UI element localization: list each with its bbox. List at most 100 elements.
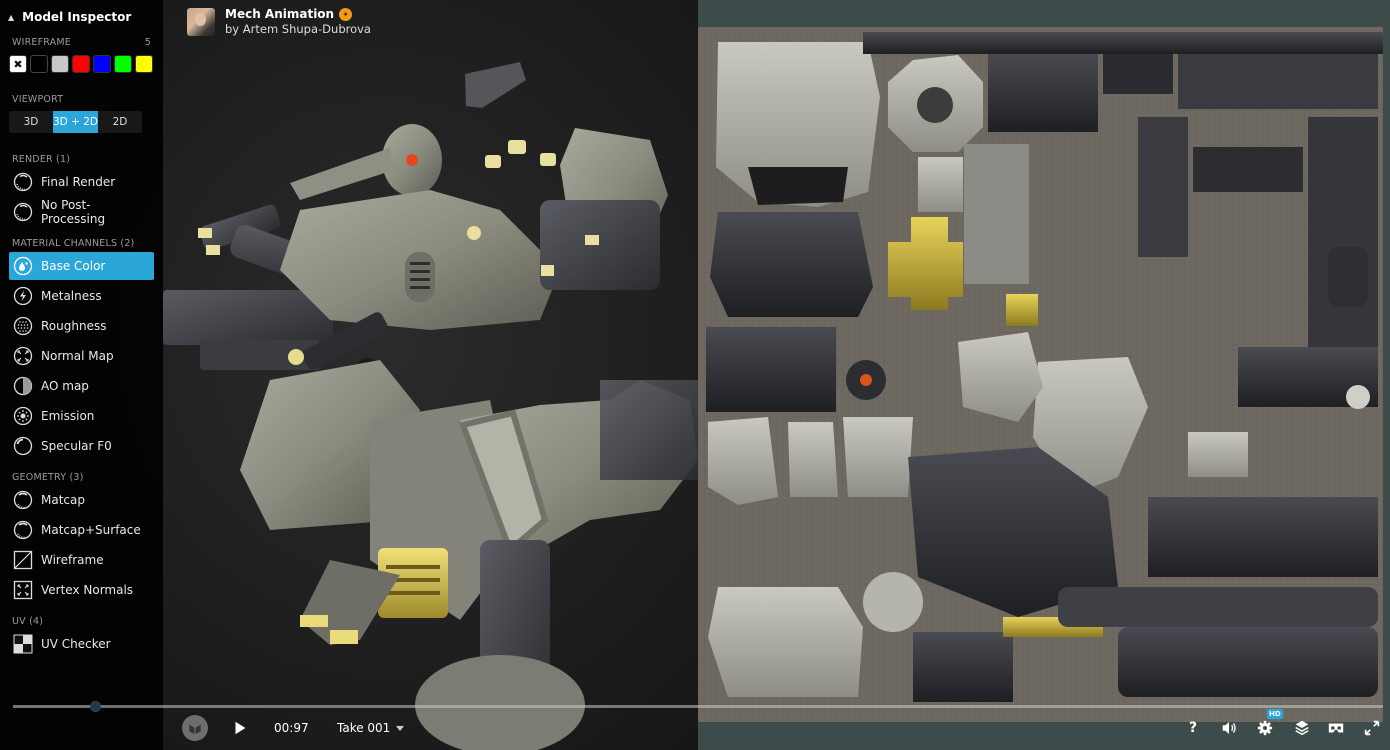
- layers-button[interactable]: [1293, 712, 1311, 744]
- collapse-caret-icon: ▲: [8, 12, 15, 22]
- viewport-2d-button[interactable]: 2D: [98, 111, 142, 133]
- viewport-label: VIEWPORT: [12, 94, 64, 105]
- menu-item-wireframe[interactable]: Wireframe: [9, 546, 154, 574]
- menu-item-label: Wireframe: [41, 553, 104, 567]
- menu-item-label: Specular F0: [41, 439, 112, 453]
- menu-item-matcap[interactable]: Matcap: [9, 486, 154, 514]
- viewport-3d-button[interactable]: 3D: [9, 111, 53, 133]
- droplet-icon: [13, 256, 33, 276]
- viewport-section-label: VIEWPORT: [0, 94, 163, 105]
- menu-item-base-color[interactable]: Base Color: [9, 252, 154, 280]
- menu-item-label: No Post-Processing: [41, 198, 106, 226]
- player-controls: 00:97 Take 001 ? HD: [163, 709, 1390, 750]
- menu-item-label: UV Checker: [41, 637, 111, 651]
- wireframe-swatch-blue[interactable]: [93, 55, 111, 73]
- geometry-label: GEOMETRY (3): [12, 472, 84, 483]
- help-button[interactable]: ?: [1189, 712, 1197, 744]
- take-label: Take 001: [337, 721, 391, 735]
- half-shaded-sphere-icon: [13, 376, 33, 396]
- staff-pick-badge-icon: ✦: [339, 8, 353, 21]
- wireframe-swatch-black[interactable]: [30, 55, 48, 73]
- sphere-icon: [13, 202, 33, 222]
- hd-badge: HD: [1267, 709, 1283, 719]
- checker-icon: [13, 634, 33, 654]
- specular-sphere-icon: [13, 436, 33, 456]
- arrows-sphere-icon: [13, 346, 33, 366]
- matcap-icon: [13, 490, 33, 510]
- fullscreen-button[interactable]: [1363, 712, 1381, 744]
- model-inspector-title: Model Inspector: [22, 10, 132, 24]
- author-prefix: by: [225, 22, 240, 36]
- menu-item-label: Metalness: [41, 289, 102, 303]
- menu-item-uv-checker[interactable]: UV Checker: [9, 630, 154, 658]
- model-inspector-panel: ▲ Model Inspector WIREFRAME 5 ✖ VIEWPORT…: [0, 0, 163, 750]
- play-icon: [235, 721, 246, 735]
- uv-texture-sheet: [698, 27, 1383, 722]
- viewport-uv-2d[interactable]: 02 - Default: [698, 0, 1390, 750]
- wireframe-section-label: WIREFRAME 5: [0, 37, 163, 48]
- vr-button[interactable]: [1327, 712, 1345, 744]
- vr-headset-icon: [1328, 723, 1344, 733]
- menu-item-label: Normal Map: [41, 349, 114, 363]
- menu-item-label: Emission: [41, 409, 95, 423]
- model-inspector-header[interactable]: ▲ Model Inspector: [0, 8, 163, 26]
- menu-item-label: Roughness: [41, 319, 107, 333]
- sun-sphere-icon: [13, 406, 33, 426]
- sound-button[interactable]: [1220, 712, 1238, 744]
- wireframe-value: 5: [144, 37, 151, 48]
- geometry-section-label: GEOMETRY (3): [0, 472, 163, 483]
- settings-button[interactable]: HD: [1256, 709, 1283, 744]
- vertex-normals-icon: [13, 580, 33, 600]
- material-channels-section-label: MATERIAL CHANNELS (2): [0, 238, 163, 249]
- wireframe-swatch-yellow[interactable]: [135, 55, 153, 73]
- cube-logo-icon: [182, 715, 208, 741]
- dotted-sphere-icon: [13, 316, 33, 336]
- menu-item-normal-map[interactable]: Normal Map: [9, 342, 154, 370]
- menu-item-label: Matcap: [41, 493, 85, 507]
- render-label: RENDER (1): [12, 154, 71, 165]
- animation-time: 00:97: [274, 721, 309, 735]
- menu-item-final-render[interactable]: Final Render: [9, 168, 154, 196]
- help-icon: ?: [1189, 720, 1198, 736]
- wireframe-swatch-green[interactable]: [114, 55, 132, 73]
- wireframe-swatch-light-gray[interactable]: [51, 55, 69, 73]
- uv-label: UV (4): [12, 616, 44, 627]
- wireframe-swatch-none[interactable]: ✖: [9, 55, 27, 73]
- menu-item-metalness[interactable]: Metalness: [9, 282, 154, 310]
- material-channels-label: MATERIAL CHANNELS (2): [12, 238, 135, 249]
- model-header: Mech Animation ✦ by Artem Shupa-Dubrova: [187, 7, 371, 37]
- menu-item-label: Final Render: [41, 175, 116, 189]
- menu-item-emission[interactable]: Emission: [9, 402, 154, 430]
- menu-item-matcap-surface[interactable]: Matcap+Surface: [9, 516, 154, 544]
- volume-icon: [1222, 722, 1236, 734]
- layers-icon: [1295, 720, 1309, 736]
- uv-section-label: UV (4): [0, 616, 163, 627]
- wireframe-label: WIREFRAME: [12, 37, 71, 48]
- uv-islands: [706, 32, 1383, 702]
- render-section-label: RENDER (1): [0, 154, 163, 165]
- menu-item-label: Base Color: [41, 259, 106, 273]
- model-title[interactable]: Mech Animation: [225, 7, 334, 22]
- author-avatar[interactable]: [187, 8, 215, 36]
- viewport-3d-2d-button[interactable]: 3D + 2D: [53, 111, 98, 133]
- menu-item-vertex-normals[interactable]: Vertex Normals: [9, 576, 154, 604]
- sphere-icon: [13, 172, 33, 192]
- gear-icon: [1257, 720, 1273, 736]
- chevron-down-icon: [396, 725, 405, 731]
- menu-item-specular-f0[interactable]: Specular F0: [9, 432, 154, 460]
- animation-seek-bar[interactable]: [13, 701, 1383, 712]
- close-icon: ✖: [13, 57, 23, 71]
- author-link[interactable]: Artem Shupa-Dubrova: [243, 22, 371, 36]
- play-button[interactable]: [231, 712, 249, 744]
- matcap-icon: [13, 520, 33, 540]
- menu-item-no-post-processing[interactable]: No Post-Processing: [9, 198, 154, 226]
- wireframe-swatch-red[interactable]: [72, 55, 90, 73]
- menu-item-ao-map[interactable]: AO map: [9, 372, 154, 400]
- wireframe-icon: [13, 550, 33, 570]
- wireframe-color-swatches: ✖: [0, 55, 163, 73]
- animation-take-dropdown[interactable]: Take 001: [337, 712, 405, 744]
- menu-item-roughness[interactable]: Roughness: [9, 312, 154, 340]
- menu-item-label: AO map: [41, 379, 89, 393]
- sketchfab-logo-button[interactable]: [182, 712, 208, 744]
- menu-item-label: Matcap+Surface: [41, 523, 141, 537]
